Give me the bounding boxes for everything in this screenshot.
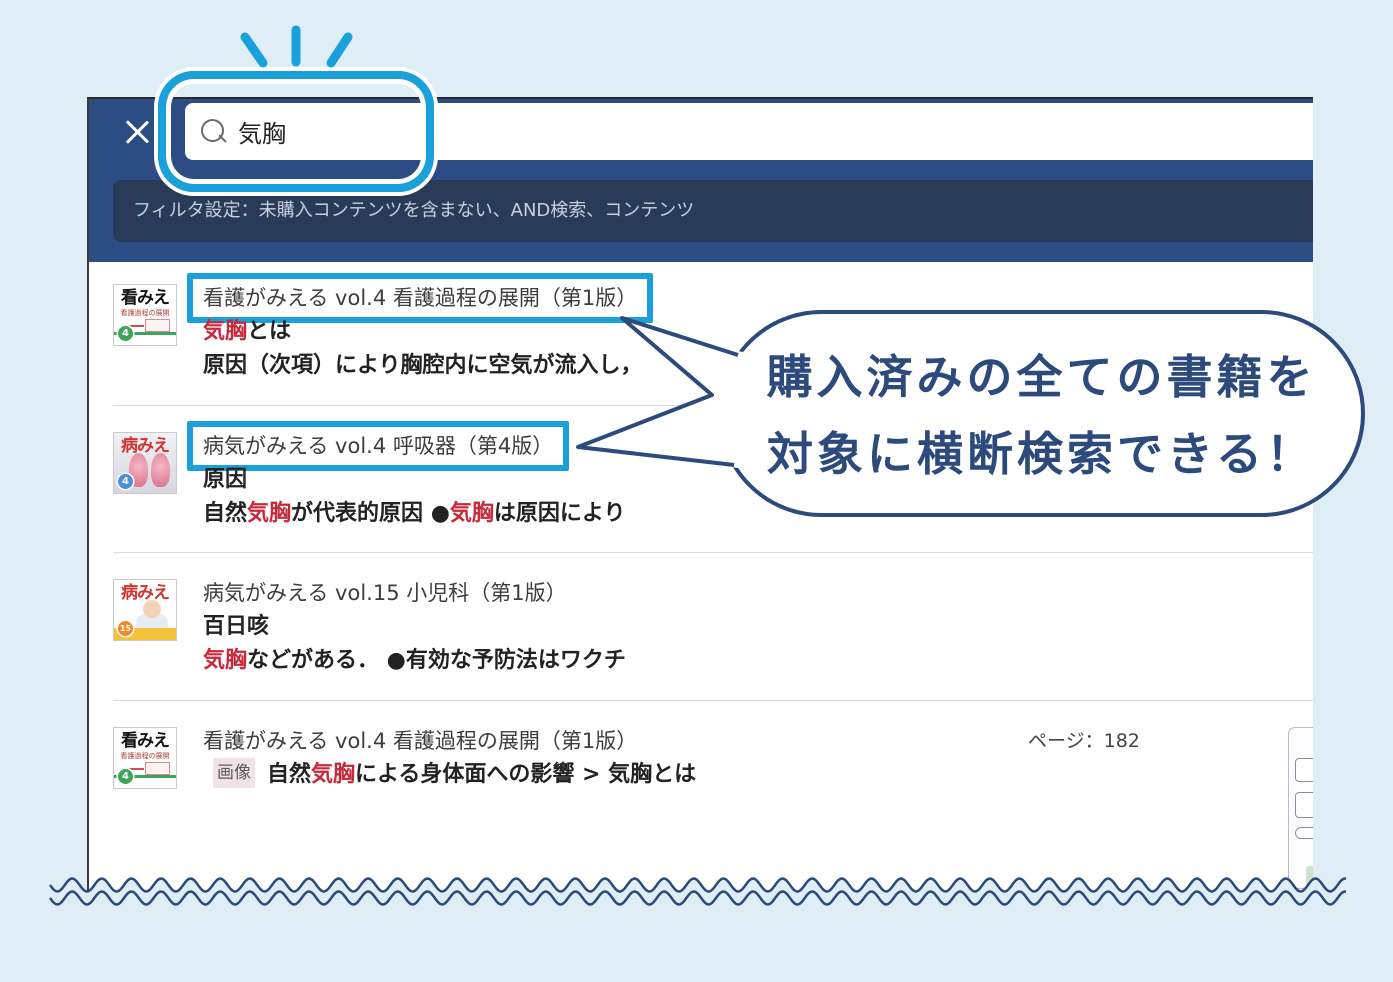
result-item[interactable]: 看みえ 看護過程の展開 4 看護がみえる vol.4 看護過程の展開（第1版） … [89, 724, 1313, 826]
cover-illustration [151, 453, 170, 487]
search-match: 気胸 [203, 319, 248, 344]
preview-figure-box [1295, 792, 1313, 818]
search-match: 気胸 [449, 501, 494, 526]
divider [113, 700, 1313, 701]
close-icon[interactable] [123, 118, 151, 146]
result-book-title: 看護がみえる vol.4 看護過程の展開（第1版） [203, 729, 638, 753]
snippet-text: が代表的原因 ● [291, 501, 450, 526]
snippet-text: 原因（次項）により胸腔内に空気が流入し， [203, 353, 643, 378]
cover-volume-number: 4 [118, 474, 133, 489]
callout: 購入済みの全ての書籍を 対象に横断検索できる！ [720, 318, 1363, 514]
cover-title: 病みえ [121, 436, 170, 456]
snippet-text: は原因により [493, 501, 626, 526]
search-match: 気胸 [247, 501, 292, 526]
snippet-text: などがある． ●有効な予防法はワクチ [247, 648, 626, 673]
cover-illustration [124, 762, 170, 775]
result-snippet: 原因（次項）により胸腔内に空気が流入し， [203, 349, 643, 383]
wave-line [48, 890, 1347, 906]
result-heading: 気胸とは [203, 315, 291, 349]
wave-fill [0, 878, 1393, 982]
result-image-preview[interactable] [1288, 727, 1313, 890]
path-text: による身体面への影響 > 気胸とは [355, 762, 697, 787]
path-text: 自然 [267, 762, 312, 787]
result-image-path: 画像 自然気胸による身体面への影響 > 気胸とは [213, 758, 696, 792]
emphasis-ray [240, 32, 268, 68]
book-cover-thumbnail: 看みえ 看護過程の展開 4 [113, 727, 177, 789]
emphasis-ray [326, 32, 353, 68]
cover-subtitle: 看護過程の展開 [120, 309, 170, 317]
search-highlight-ring [158, 71, 434, 192]
preview-figure-box [1306, 866, 1313, 890]
cover-title: 病みえ [121, 583, 170, 603]
divider [113, 552, 1313, 553]
snippet-text: 自然 [203, 501, 248, 526]
heading-text: とは [247, 319, 292, 344]
cover-title: 看みえ [121, 731, 170, 751]
book-cover-thumbnail: 看みえ 看護過程の展開 4 [113, 284, 177, 346]
cover-title: 看みえ [121, 288, 170, 308]
cover-illustration [124, 319, 170, 332]
result-snippet: 自然気胸が代表的原因 ●気胸は原因により [203, 497, 625, 531]
result-item[interactable]: 病みえ 15 病気がみえる vol.15 小児科（第1版） 百日咳 気胸などがあ… [89, 576, 1313, 678]
heading-text: 百日咳 [203, 614, 270, 639]
content-type-badge: 画像 [213, 758, 255, 788]
result-heading: 百日咳 [203, 610, 269, 644]
result-book-title: 病気がみえる vol.15 小児科（第1版） [203, 581, 567, 605]
callout-line: 対象に横断検索できる！ [766, 427, 1317, 481]
search-match: 気胸 [203, 648, 248, 673]
result-heading: 原因 [203, 463, 247, 497]
result-snippet: 気胸などがある． ●有効な予防法はワクチ [203, 644, 626, 678]
filter-settings-text: フィルタ設定：未購入コンテンツを含まない、AND検索、コンテンツ [133, 200, 695, 221]
book-cover-thumbnail: 病みえ 4 [113, 432, 177, 494]
cover-volume-number: 4 [118, 326, 133, 341]
callout-line: 購入済みの全ての書籍を [766, 350, 1317, 404]
preview-figure-box [1295, 827, 1313, 839]
heading-text: 原因 [203, 467, 248, 492]
screenshot-stage: フィルタ設定：未購入コンテンツを含まない、AND検索、コンテンツ 看みえ 看護過… [0, 0, 1393, 982]
preview-figure-box [1295, 758, 1313, 782]
page-number: ページ：182 [1028, 730, 1140, 752]
cover-volume-number: 15 [118, 621, 133, 636]
book-cover-thumbnail: 病みえ 15 [113, 579, 177, 641]
search-match: 気胸 [311, 762, 356, 787]
cover-subtitle: 看護過程の展開 [120, 752, 170, 760]
cover-volume-number: 4 [118, 769, 133, 784]
